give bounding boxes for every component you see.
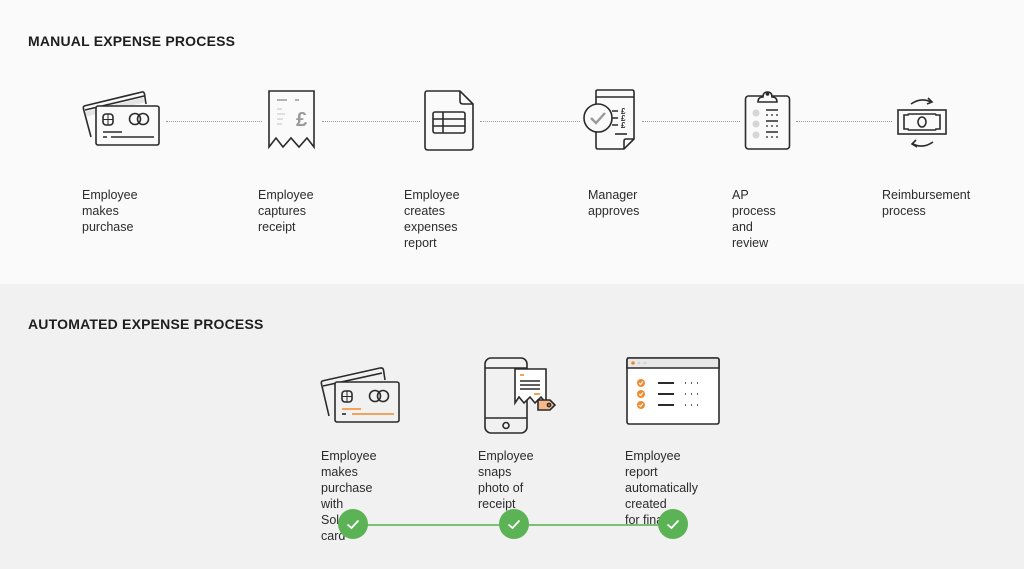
manual-process-title: MANUAL EXPENSE PROCESS xyxy=(28,33,236,49)
spreadsheet-document-icon xyxy=(424,90,474,151)
receipt-pound-icon: £ xyxy=(268,90,315,150)
clipboard-checklist-icon xyxy=(744,91,791,150)
credit-cards-icon xyxy=(82,91,160,146)
soldo-card-icon xyxy=(320,367,400,423)
checkmark-icon xyxy=(346,519,360,529)
svg-text:£: £ xyxy=(296,109,307,131)
connector-dotted xyxy=(166,121,262,122)
step-label: AP process and review xyxy=(732,188,776,250)
connector-dotted xyxy=(642,121,740,122)
auto-report-window-icon xyxy=(626,357,720,425)
step-label: Employee creates expenses report xyxy=(404,188,460,250)
connector-dotted xyxy=(480,121,580,122)
automated-process-section: AUTOMATED EXPENSE PROCESS Employee makes… xyxy=(0,284,1024,569)
step-complete-badge xyxy=(658,509,688,539)
svg-text:£: £ xyxy=(621,121,626,130)
step-label: Reimbursement process xyxy=(882,188,971,218)
step-label: Employee makes purchase xyxy=(82,188,138,234)
step-complete-badge xyxy=(499,509,529,539)
phone-receipt-icon xyxy=(484,357,557,434)
manual-process-section: MANUAL EXPENSE PROCESS Employee makes pu… xyxy=(0,0,1024,284)
approved-invoice-icon: £ £ £ xyxy=(583,89,635,150)
connector-dotted xyxy=(322,121,420,122)
step-label: Employee snaps photo of receipt xyxy=(478,449,534,511)
step-complete-badge xyxy=(338,509,368,539)
step-label: Manager approves xyxy=(588,188,640,218)
step-label: Employee captures receipt xyxy=(258,188,314,234)
automated-process-title: AUTOMATED EXPENSE PROCESS xyxy=(28,316,264,332)
banknote-exchange-icon xyxy=(897,97,947,148)
checkmark-icon xyxy=(507,519,521,529)
connector-dotted xyxy=(796,121,892,122)
checkmark-icon xyxy=(666,519,680,529)
